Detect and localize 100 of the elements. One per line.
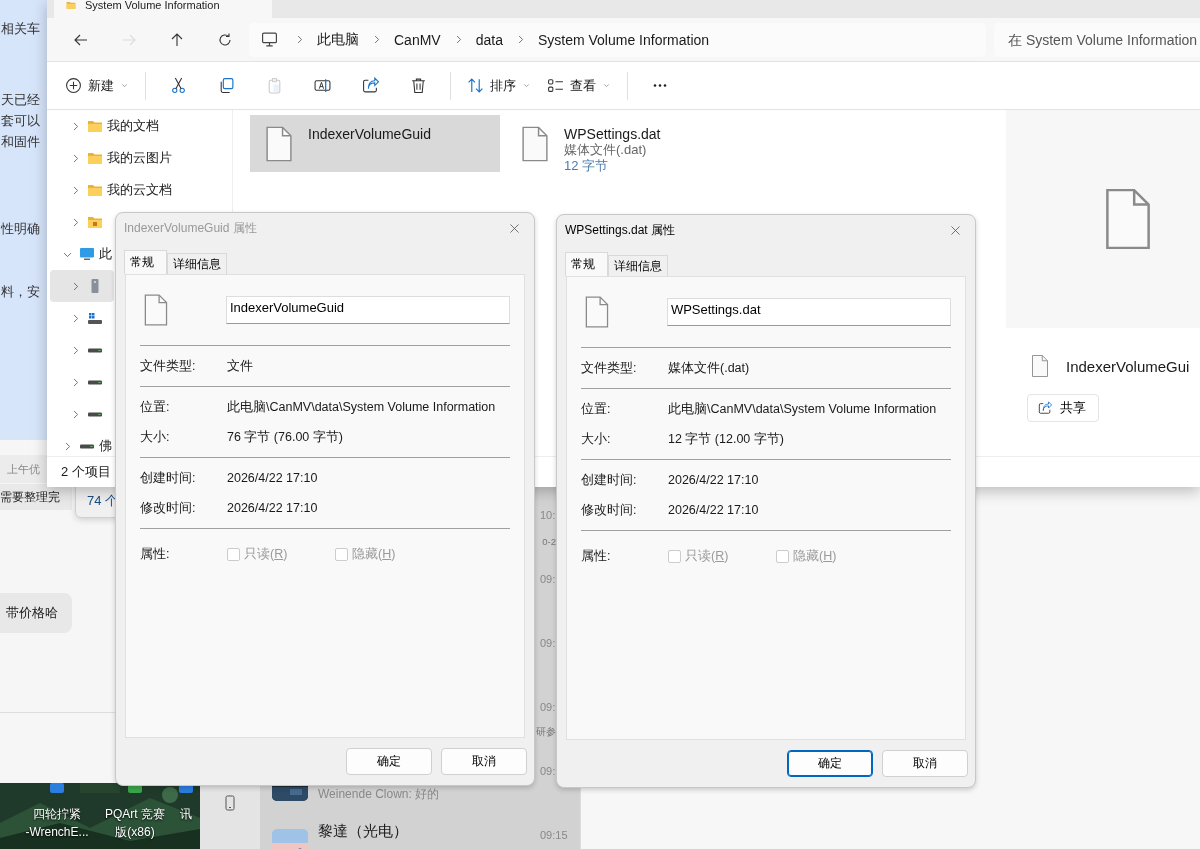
property-label: 位置: <box>140 399 171 415</box>
property-value: 12 字节 (12.00 字节) <box>668 431 784 447</box>
drive-icon <box>79 443 95 449</box>
name-field[interactable]: IndexerVolumeGuid <box>225 296 510 324</box>
sort-icon <box>467 77 484 94</box>
message-preview: 0-2 <box>542 536 556 547</box>
property-label: 属性: <box>140 546 171 562</box>
message-time: 09:15 <box>540 829 568 841</box>
address-bar[interactable]: 此电脑 CanMV data System Volume Information <box>249 22 986 57</box>
shortcut-label: PQArt 竞赛 <box>105 806 165 823</box>
scissors-icon <box>169 77 187 94</box>
property-value: 媒体文件(.dat) <box>668 360 750 376</box>
property-value: 2026/4/22 17:10 <box>227 470 318 486</box>
more-icon <box>653 84 667 87</box>
chat-text: 天已经 <box>1 91 41 108</box>
cancel-button[interactable]: 取消 <box>882 750 968 777</box>
drive-icon <box>87 379 103 385</box>
trash-icon <box>409 77 427 94</box>
message-time: 10: <box>540 509 557 521</box>
cancel-button[interactable]: 取消 <box>441 748 527 775</box>
breadcrumb-item[interactable]: CanMV <box>394 31 441 48</box>
sort-button[interactable]: 排序 <box>459 68 539 103</box>
property-value: 此电脑\CanMV\data\System Volume Information <box>227 399 496 415</box>
property-label: 创建时间: <box>140 470 197 486</box>
tab[interactable]: 常规 <box>565 252 608 276</box>
property-label: 位置: <box>581 401 612 417</box>
share-icon <box>361 77 379 94</box>
breadcrumb-item[interactable]: System Volume Information <box>537 31 710 48</box>
drive-icon <box>87 411 103 417</box>
file-tile[interactable]: IndexerVolumeGuid <box>250 115 500 172</box>
file-type: 媒体文件(.dat) <box>564 142 648 158</box>
folder-icon <box>87 118 103 134</box>
drive-icon <box>87 310 103 326</box>
property-value: 文件 <box>227 358 253 374</box>
computer-icon <box>79 246 95 262</box>
ok-button[interactable]: 确定 <box>346 748 432 775</box>
share-icon <box>1038 401 1052 415</box>
dialog-title: WPSettings.dat 属性 <box>565 221 676 239</box>
chat-text: 套可以 <box>1 112 41 129</box>
search-field[interactable]: 在 System Volume Information <box>994 22 1200 57</box>
name-field[interactable]: WPSettings.dat <box>666 298 951 326</box>
caret-icon <box>120 81 129 90</box>
tab[interactable]: 详细信息 <box>608 255 668 276</box>
phone-icon[interactable] <box>222 793 238 813</box>
tree-item[interactable]: 我的云文档 <box>50 174 222 206</box>
tree-item[interactable]: 我的云图片 <box>50 142 222 174</box>
property-label: 属性: <box>581 548 612 564</box>
chat-text: 料，安 <box>1 283 41 300</box>
message-preview: Weinende Clown: 好的 <box>318 786 440 803</box>
property-value: 2026/4/22 17:10 <box>668 472 759 488</box>
tab[interactable]: 常规 <box>124 250 167 274</box>
chat-text: 和固件 <box>1 133 41 150</box>
message-time: 09: <box>540 637 557 649</box>
file-name: IndexerVolumeGui <box>1066 357 1190 375</box>
shortcut-label: -WrenchE... <box>25 824 89 841</box>
drive-icon <box>91 278 99 294</box>
breadcrumb-item[interactable]: data <box>475 31 503 48</box>
tab[interactable]: 详细信息 <box>167 253 227 274</box>
new-button[interactable]: 新建 <box>57 68 137 103</box>
message-time: 09: <box>540 573 557 585</box>
folder-tab[interactable]: System Volume Information <box>54 0 272 18</box>
shortcut-label: 讯 <box>180 806 192 823</box>
drive-icon <box>87 347 103 353</box>
chat-text: 相关车 <box>1 20 41 37</box>
ok-button[interactable]: 确定 <box>787 750 873 777</box>
property-label: 大小: <box>140 429 171 445</box>
close-icon <box>948 223 962 237</box>
property-value: 此电脑\CanMV\data\System Volume Information <box>668 401 937 417</box>
file-tile[interactable]: WPSettings.dat 媒体文件(.dat) 12 字节 <box>506 115 756 172</box>
contact-name: 黎達（光电） <box>318 822 408 839</box>
file-name: IndexerVolumeGuid <box>308 126 431 142</box>
property-label: 大小: <box>581 431 612 447</box>
message-time: 09: <box>540 701 557 713</box>
caret-icon <box>602 81 611 90</box>
chat-text: 性明确 <box>1 220 41 237</box>
shortcut-label: 版(x86) <box>115 824 155 841</box>
close-icon <box>507 221 521 235</box>
property-value: 76 字节 (76.00 字节) <box>227 429 343 445</box>
breadcrumb-item[interactable]: 此电脑 <box>317 30 359 49</box>
property-label: 修改时间: <box>581 502 638 518</box>
conversation-item[interactable]: 黎達（光电） 09:15 <box>260 807 580 849</box>
computer-icon <box>261 31 278 48</box>
notice-text: 上午优 <box>6 461 40 477</box>
folder-icon <box>87 182 103 198</box>
folder-icon <box>87 214 103 230</box>
plus-icon <box>65 77 82 94</box>
share-button[interactable]: 共享 <box>1027 394 1099 422</box>
tree-item[interactable]: 我的文档 <box>50 110 222 142</box>
view-button[interactable]: 查看 <box>539 68 619 103</box>
caret-icon <box>522 81 531 90</box>
view-icon <box>547 77 564 94</box>
property-value: 2026/4/22 17:10 <box>227 500 318 516</box>
folder-icon <box>87 150 103 166</box>
shortcut-label: 四轮拧紧 <box>33 806 81 823</box>
desktop-shortcut[interactable]: 四轮拧紧 -WrenchE... <box>19 783 95 841</box>
tree-item[interactable]: 此 <box>50 238 114 270</box>
tree-item[interactable]: 佛 <box>50 430 114 456</box>
message-preview: 研参 <box>536 726 556 739</box>
dialog-title: IndexerVolumeGuid 属性 <box>124 219 257 237</box>
property-label: 文件类型: <box>581 360 638 376</box>
